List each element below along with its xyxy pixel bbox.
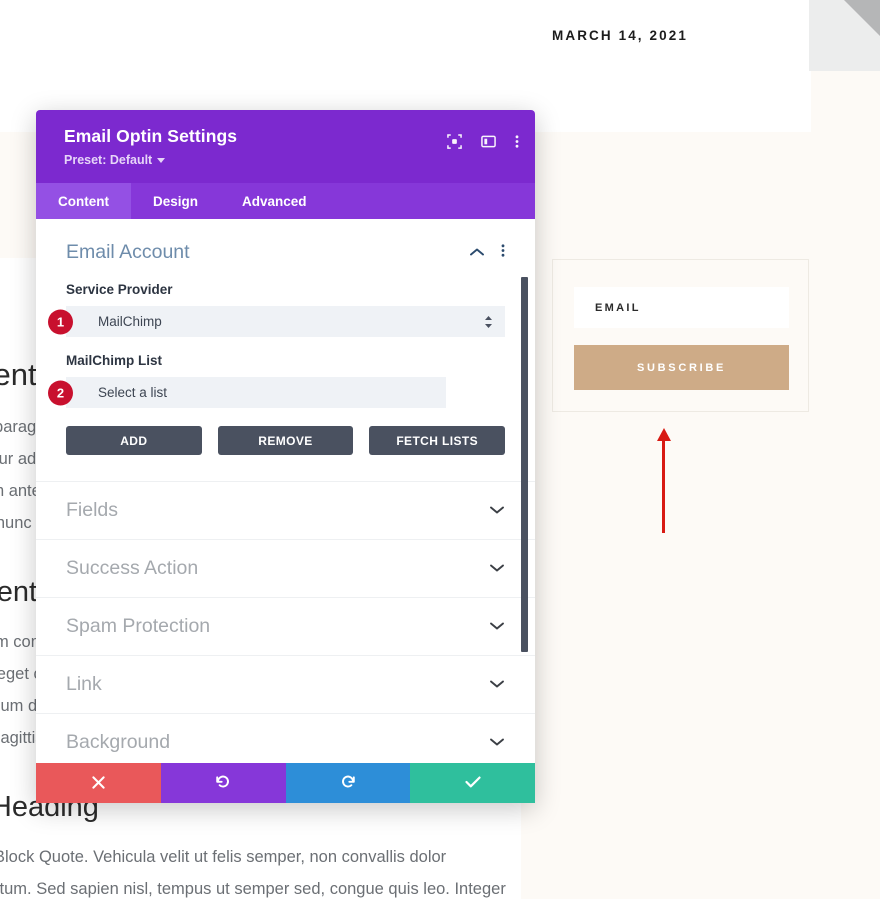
section-link[interactable]: Link — [36, 656, 535, 714]
section-email-account: Email Account Service Provider 1 MailChi… — [36, 219, 535, 482]
modal-header: Email Optin Settings Preset: Default — [36, 110, 535, 183]
chevron-down-icon[interactable] — [489, 560, 505, 578]
section-spam-protection[interactable]: Spam Protection — [36, 598, 535, 656]
section-label: Fields — [66, 499, 119, 521]
preset-label: Preset: Default — [64, 153, 153, 167]
chevron-down-icon[interactable] — [489, 676, 505, 694]
article-blockquote-line: This is a Block Quote. Vehicula velit ut… — [0, 847, 447, 866]
redo-icon — [340, 774, 356, 793]
corner-fold-triangle — [844, 0, 880, 36]
section-label: Link — [66, 673, 102, 695]
settings-scrollbar-thumb[interactable] — [521, 277, 528, 652]
modal-body: Email Account Service Provider 1 MailChi… — [36, 219, 535, 763]
settings-scrollbar-track[interactable] — [521, 219, 532, 763]
section-title: Email Account — [66, 241, 190, 263]
close-icon — [92, 775, 105, 792]
redo-button[interactable] — [285, 763, 411, 803]
section-label: Spam Protection — [66, 615, 211, 637]
email-input[interactable]: EMAIL — [574, 287, 789, 328]
corner-decoration-card — [809, 0, 880, 71]
section-fields[interactable]: Fields — [36, 482, 535, 540]
focus-icon[interactable] — [447, 134, 462, 149]
tab-content[interactable]: Content — [36, 183, 131, 219]
section-more-vertical-icon[interactable] — [501, 243, 505, 263]
chevron-down-icon[interactable] — [489, 618, 505, 636]
list-action-buttons: ADD REMOVE FETCH LISTS — [66, 426, 506, 455]
save-button[interactable] — [410, 763, 535, 803]
modal-header-icons — [447, 134, 519, 149]
screen: MARCH 14, 2021 Content Heading Written T… — [0, 0, 880, 899]
chevron-down-icon[interactable] — [489, 734, 505, 752]
field-label-service-provider: Service Provider — [66, 282, 173, 297]
annotation-arrow-up-icon — [657, 428, 671, 533]
tab-advanced[interactable]: Advanced — [220, 183, 329, 219]
fetch-lists-button[interactable]: FETCH LISTS — [369, 426, 506, 455]
mailchimp-list-select[interactable]: Select a list — [66, 377, 446, 408]
section-email-account-header[interactable]: Email Account — [66, 241, 505, 264]
section-label: Background — [66, 731, 171, 753]
email-optin-widget: EMAIL SUBSCRIBE — [552, 259, 809, 412]
article-blockquote-line: condimentum. Sed sapien nisl, tempus ut … — [0, 879, 506, 898]
field-service-provider: Service Provider 1 MailChimp — [48, 282, 505, 337]
preset-dropdown[interactable]: Preset: Default — [64, 153, 166, 167]
post-date: MARCH 14, 2021 — [552, 28, 688, 43]
subscribe-button-label: SUBSCRIBE — [636, 361, 727, 374]
tab-design[interactable]: Design — [131, 183, 220, 219]
email-input-label: EMAIL — [595, 301, 641, 314]
chevron-down-icon[interactable] — [489, 502, 505, 520]
settings-scroll-area: Email Account Service Provider 1 MailChi… — [36, 219, 535, 763]
service-provider-select[interactable]: MailChimp — [66, 306, 505, 337]
step-badge-1: 1 — [48, 309, 73, 334]
more-vertical-icon[interactable] — [515, 134, 519, 149]
add-button[interactable]: ADD — [66, 426, 202, 455]
subscribe-button[interactable]: SUBSCRIBE — [574, 345, 789, 390]
section-label: Success Action — [66, 557, 199, 579]
section-success-action[interactable]: Success Action — [36, 540, 535, 598]
chevron-up-icon[interactable] — [469, 244, 485, 262]
undo-button[interactable] — [160, 763, 286, 803]
field-mailchimp-list: MailChimp List 2 Select a list — [48, 353, 505, 408]
service-provider-value: MailChimp — [98, 314, 162, 329]
modal-tabs: Content Design Advanced — [36, 183, 535, 219]
chevron-down-icon — [157, 157, 166, 163]
arrow-shaft — [662, 439, 665, 533]
remove-button[interactable]: REMOVE — [217, 426, 354, 455]
field-label-mailchimp-list: MailChimp List — [66, 353, 163, 368]
layout-split-icon[interactable] — [481, 134, 496, 149]
step-badge-2: 2 — [48, 380, 73, 405]
email-optin-settings-modal: Email Optin Settings Preset: Default Con… — [36, 110, 535, 803]
select-spinner-icon — [484, 315, 493, 329]
modal-footer — [36, 763, 535, 803]
cancel-button[interactable] — [36, 763, 161, 803]
check-icon — [465, 775, 481, 792]
undo-icon — [215, 774, 231, 793]
mailchimp-list-value: Select a list — [98, 385, 168, 400]
section-background[interactable]: Background — [36, 714, 535, 763]
